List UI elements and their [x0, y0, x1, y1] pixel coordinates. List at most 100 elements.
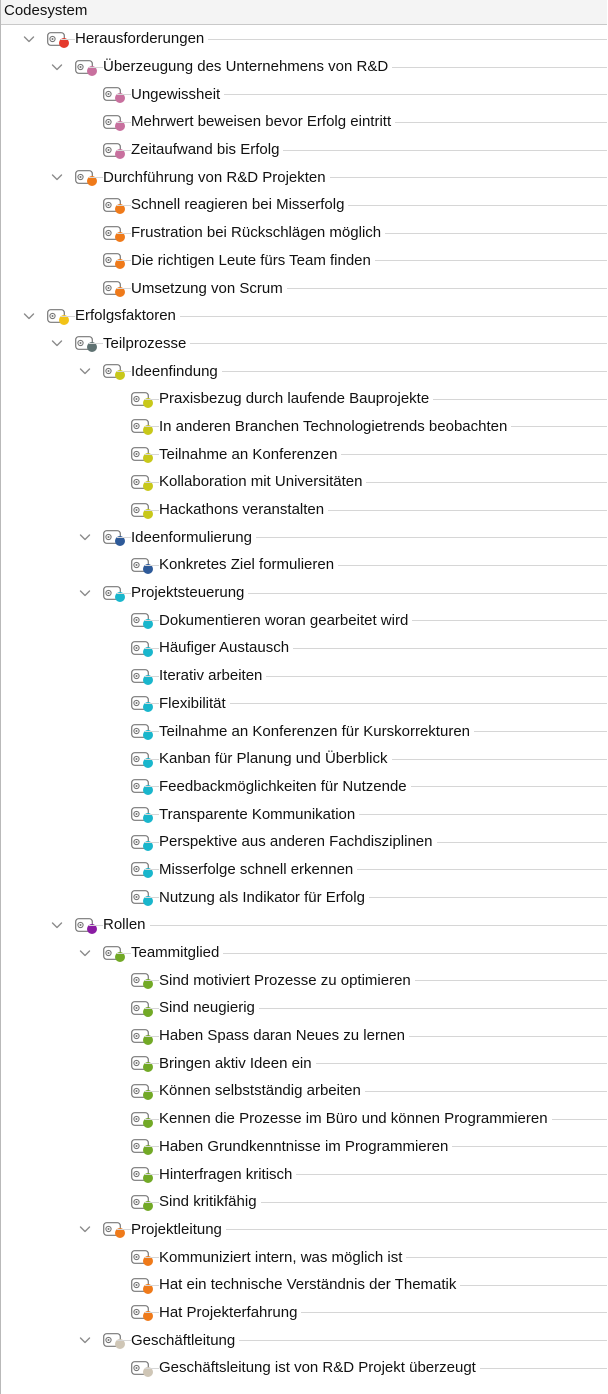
tree-item-label: Dokumentieren woran gearbeitet wird: [159, 611, 413, 629]
tree-row[interactable]: Mehrwert beweisen bevor Erfolg eintritt: [1, 108, 607, 136]
tree-item-label: Konkretes Ziel formulieren: [159, 556, 339, 574]
tree-item-label: Zeitaufwand bis Erfolg: [131, 141, 284, 159]
tree-row[interactable]: Können selbstständig arbeiten: [1, 1077, 607, 1105]
chevron-down-icon[interactable]: [77, 585, 93, 601]
tree-row[interactable]: Schnell reagieren bei Misserfolg: [1, 191, 607, 219]
tree-row[interactable]: Zeitaufwand bis Erfolg: [1, 136, 607, 164]
tree-row[interactable]: Kommuniziert intern, was möglich ist: [1, 1243, 607, 1271]
tree-item-label: Transparente Kommunikation: [159, 805, 360, 823]
tree-row[interactable]: Nutzung als Indikator für Erfolg: [1, 883, 607, 911]
tree-row[interactable]: Die richtigen Leute fürs Team finden: [1, 247, 607, 275]
tree-row[interactable]: Ideenfindung: [1, 357, 607, 385]
tree-row[interactable]: Rollen: [1, 911, 607, 939]
tree-item-label: Bringen aktiv Ideen ein: [159, 1054, 316, 1072]
tree-row[interactable]: Misserfolge schnell erkennen: [1, 856, 607, 884]
codesystem-panel: Codesystem Herausforderungen Überzeugung …: [0, 0, 607, 1394]
tree-item-label: Projektleitung: [131, 1220, 226, 1238]
tree-row[interactable]: Feedbackmöglichkeiten für Nutzende: [1, 773, 607, 801]
chevron-down-icon[interactable]: [77, 945, 93, 961]
panel-header: Codesystem: [1, 0, 607, 25]
tree-row[interactable]: Geschäftsleitung ist von R&D Projekt übe…: [1, 1354, 607, 1382]
tree-row[interactable]: Sind kritikfähig: [1, 1188, 607, 1216]
tree-row[interactable]: Transparente Kommunikation: [1, 800, 607, 828]
tree-item-label: Teammitglied: [131, 944, 224, 962]
tree-item-label: Teilprozesse: [103, 334, 191, 352]
tree-item-label: Misserfolge schnell erkennen: [159, 860, 358, 878]
tree-item-label: Geschäftleitung: [131, 1331, 240, 1349]
tree-item-label: Umsetzung von Scrum: [131, 279, 287, 297]
tree-row[interactable]: Perspektive aus anderen Fachdisziplinen: [1, 828, 607, 856]
tree-row[interactable]: Teilnahme an Konferenzen: [1, 440, 607, 468]
tree-row[interactable]: Praxisbezug durch laufende Bauprojekte: [1, 385, 607, 413]
tree-row[interactable]: Erfolgsfaktoren: [1, 302, 607, 330]
tree-item-label: Sind motiviert Prozesse zu optimieren: [159, 971, 415, 989]
chevron-down-icon[interactable]: [49, 335, 65, 351]
chevron-down-icon[interactable]: [49, 59, 65, 75]
tree-row[interactable]: Ideenformulierung: [1, 523, 607, 551]
tree-item-label: Praxisbezug durch laufende Bauprojekte: [159, 390, 434, 408]
tree-row[interactable]: Flexibilität: [1, 690, 607, 718]
tree-item-label: Ideenfindung: [131, 362, 222, 380]
tree-item-label: Projektsteuerung: [131, 584, 249, 602]
tree-row[interactable]: Geschäftleitung: [1, 1326, 607, 1354]
chevron-down-icon[interactable]: [49, 169, 65, 185]
chevron-down-icon[interactable]: [77, 363, 93, 379]
chevron-down-icon[interactable]: [21, 308, 37, 324]
tree-row[interactable]: Iterativ arbeiten: [1, 662, 607, 690]
tree-row[interactable]: Kennen die Prozesse im Büro und können P…: [1, 1105, 607, 1133]
tree-row[interactable]: Herausforderungen: [1, 25, 607, 53]
tree-row[interactable]: In anderen Branchen Technologietrends be…: [1, 413, 607, 441]
tree-row[interactable]: Hinterfragen kritisch: [1, 1160, 607, 1188]
tree-item-label: Rollen: [103, 916, 150, 934]
tree-item-label: Flexibilität: [159, 694, 230, 712]
tree-row[interactable]: Frustration bei Rückschlägen möglich: [1, 219, 607, 247]
tree-row[interactable]: Durchführung von R&D Projekten: [1, 163, 607, 191]
tree-item-label: Haben Grundkenntnisse im Programmieren: [159, 1137, 453, 1155]
tree-row[interactable]: Umsetzung von Scrum: [1, 274, 607, 302]
tree-item-label: Die richtigen Leute fürs Team finden: [131, 251, 375, 269]
panel-title: Codesystem: [4, 2, 88, 19]
chevron-down-icon[interactable]: [77, 1221, 93, 1237]
tree-row[interactable]: Häufiger Austausch: [1, 634, 607, 662]
tree-row[interactable]: Bringen aktiv Ideen ein: [1, 1049, 607, 1077]
tree-row[interactable]: Ungewissheit: [1, 80, 607, 108]
tree-row[interactable]: Hat ein technische Verständnis der Thema…: [1, 1271, 607, 1299]
tree-item-label: Kennen die Prozesse im Büro und können P…: [159, 1110, 552, 1128]
tree-row[interactable]: Haben Spass daran Neues zu lernen: [1, 1022, 607, 1050]
tree-item-label: Erfolgsfaktoren: [75, 307, 180, 325]
chevron-down-icon[interactable]: [77, 529, 93, 545]
tree-item-label: Sind kritikfähig: [159, 1193, 261, 1211]
chevron-down-icon[interactable]: [77, 1332, 93, 1348]
tree-row[interactable]: Projektleitung: [1, 1216, 607, 1244]
tree-item-label: Haben Spass daran Neues zu lernen: [159, 1027, 409, 1045]
tree-item-label: Schnell reagieren bei Misserfolg: [131, 196, 349, 214]
tree-row[interactable]: Sind neugierig: [1, 994, 607, 1022]
tree-row[interactable]: Sind motiviert Prozesse zu optimieren: [1, 966, 607, 994]
tree-row[interactable]: Kollaboration mit Universitäten: [1, 468, 607, 496]
tree-row[interactable]: Kanban für Planung und Überblick: [1, 745, 607, 773]
tree-item-label: Können selbstständig arbeiten: [159, 1082, 365, 1100]
tree-row[interactable]: Projektsteuerung: [1, 579, 607, 607]
tree-item-label: Frustration bei Rückschlägen möglich: [131, 224, 386, 242]
tree-row[interactable]: Dokumentieren woran gearbeitet wird: [1, 606, 607, 634]
chevron-down-icon[interactable]: [21, 31, 37, 47]
tree-row[interactable]: Hackathons veranstalten: [1, 496, 607, 524]
tree-row[interactable]: Teilnahme an Konferenzen für Kurskorrekt…: [1, 717, 607, 745]
tree-item-label: Ideenformulierung: [131, 528, 256, 546]
tree-row[interactable]: Haben Grundkenntnisse im Programmieren: [1, 1133, 607, 1161]
tree-item-label: Hackathons veranstalten: [159, 501, 329, 519]
chevron-down-icon[interactable]: [49, 917, 65, 933]
tree-item-label: Geschäftsleitung ist von R&D Projekt übe…: [159, 1359, 480, 1377]
tree-row[interactable]: Teilprozesse: [1, 330, 607, 358]
tree-item-label: Hat ein technische Verständnis der Thema…: [159, 1276, 461, 1294]
tree-item-label: Überzeugung des Unternehmens von R&D: [103, 58, 393, 76]
tree-row[interactable]: Konkretes Ziel formulieren: [1, 551, 607, 579]
code-tree[interactable]: Herausforderungen Überzeugung des Unterne…: [1, 25, 607, 1382]
tree-row[interactable]: Hat Projekterfahrung: [1, 1299, 607, 1327]
tree-row[interactable]: Überzeugung des Unternehmens von R&D: [1, 53, 607, 81]
tree-row[interactable]: Teammitglied: [1, 939, 607, 967]
tree-item-label: Mehrwert beweisen bevor Erfolg eintritt: [131, 113, 396, 131]
row-guide-line: [89, 924, 607, 926]
tree-item-label: Perspektive aus anderen Fachdisziplinen: [159, 833, 437, 851]
tree-item-label: Nutzung als Indikator für Erfolg: [159, 888, 369, 906]
